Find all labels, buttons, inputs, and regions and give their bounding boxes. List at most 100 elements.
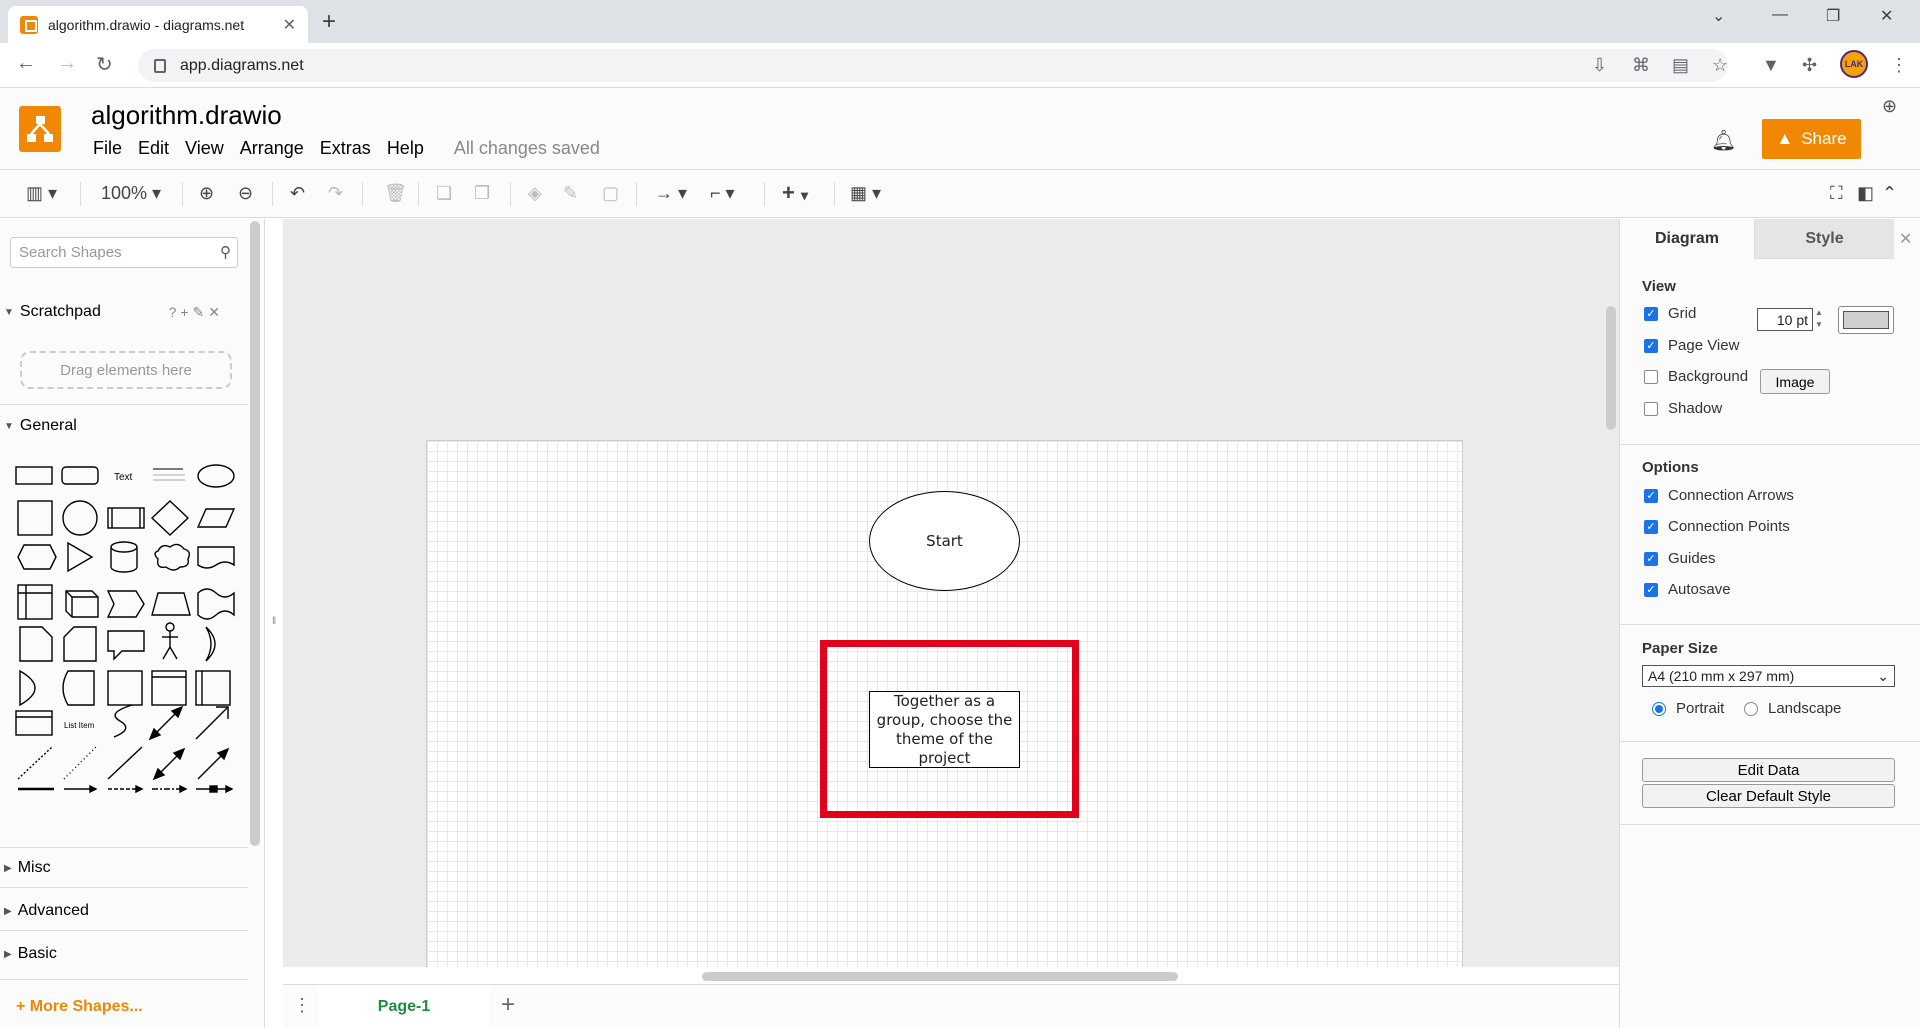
format-panel-icon[interactable]: ◧ [1857,183,1874,204]
connection-arrows-checkbox[interactable]: ✓ Connection Arrows [1644,487,1794,504]
panel-layout-icon[interactable]: ▥ ▾ [26,183,57,204]
advanced-header[interactable]: ▶ Advanced [0,896,248,926]
extensions-puzzle-icon[interactable]: ✣ [1802,55,1817,76]
add-page-icon[interactable]: + [501,991,515,1019]
shadow-checkbox[interactable]: Shadow [1644,400,1722,417]
line-color-icon[interactable]: ✎ [563,183,578,204]
menu-help[interactable]: Help [379,138,432,159]
search-icon[interactable]: ⚲ [220,243,231,261]
forward-icon[interactable]: → [57,52,77,75]
new-tab-icon[interactable]: + [322,8,336,36]
page-view-checkbox[interactable]: ✓ Page View [1644,337,1739,354]
reload-icon[interactable]: ↻ [96,52,113,77]
fill-color-icon[interactable]: ◈ [528,183,542,204]
undo-icon[interactable]: ↶ [290,183,305,204]
grid-label: Grid [1668,305,1697,322]
grid-color-swatch[interactable] [1838,306,1894,334]
menu-view[interactable]: View [177,138,232,159]
tab-style[interactable]: Style [1754,219,1894,259]
process-rectangle-shape[interactable]: Together as a group, choose the theme of… [869,691,1020,768]
extension-shield-icon[interactable]: ▼ [1762,55,1780,76]
drawio-favicon-icon [20,15,38,34]
to-front-icon[interactable]: ❏ [436,183,452,204]
checkbox-checked-icon: ✓ [1644,551,1658,566]
page-view-label: Page View [1668,337,1740,354]
profile-avatar[interactable]: LAK [1840,50,1868,78]
grid-checkbox[interactable]: ✓ Grid [1644,305,1696,322]
connection-style-icon[interactable]: → ▾ [655,183,687,204]
collapse-icon[interactable]: ⌃ [1882,183,1897,204]
delete-icon[interactable]: 🗑︎ [384,183,407,204]
background-image-button[interactable]: Image [1760,369,1830,394]
toolbar-divider [418,182,419,206]
general-shapes-palette[interactable]: Text List Item [10,459,250,809]
bookmark-star-icon[interactable]: ☆ [1712,55,1728,76]
pages-menu-icon[interactable]: ⋮ [293,995,311,1016]
window-close-icon[interactable]: ✕ [1880,6,1893,26]
url-field[interactable]: app.diagrams.net [138,49,1728,82]
save-page-icon[interactable]: ▤ [1672,55,1689,76]
table-icon[interactable]: ▦ ▾ [850,183,881,204]
menu-edit[interactable]: Edit [130,138,177,159]
clear-default-style-button[interactable]: Clear Default Style [1642,784,1895,808]
zoom-out-icon[interactable]: ⊖ [238,183,253,204]
basic-header[interactable]: ▶ Basic [0,939,248,969]
search-shapes-input[interactable]: Search Shapes ⚲ [10,237,238,268]
edit-data-button[interactable]: Edit Data [1642,758,1895,782]
scratchpad-tools[interactable]: ?+✎✕ [169,304,224,321]
minimize-icon[interactable]: — [1772,6,1788,24]
canvas-vertical-scrollbar[interactable] [1606,306,1616,430]
general-header[interactable]: ▼ General [0,411,248,441]
background-checkbox[interactable]: Background [1644,368,1748,385]
notification-bell-icon[interactable]: 🔔︎ [1711,128,1736,153]
menu-extras[interactable]: Extras [312,138,379,159]
divider [0,887,248,888]
close-panel-icon[interactable]: ✕ [1899,229,1912,249]
grid-size-input[interactable]: 10 pt [1757,308,1813,331]
menu-file[interactable]: File [85,138,130,159]
misc-header[interactable]: ▶ Misc [0,853,248,883]
diagram-canvas[interactable] [283,219,1619,967]
connection-points-checkbox[interactable]: ✓ Connection Points [1644,518,1790,535]
scratchpad-dropzone[interactable]: Drag elements here [20,351,232,389]
browser-menu-icon[interactable]: ⋮ [1890,55,1908,76]
canvas-horizontal-scrollbar[interactable] [702,972,1178,981]
paper-size-select[interactable]: A4 (210 mm x 297 mm) ⌄ [1642,665,1895,687]
guides-checkbox[interactable]: ✓ Guides [1644,550,1716,567]
redo-icon[interactable]: ↷ [328,183,343,204]
share-button[interactable]: ▲ Share [1762,119,1861,159]
file-name[interactable]: algorithm.drawio [91,100,282,131]
landscape-radio[interactable]: Landscape [1744,700,1841,717]
menu-arrange[interactable]: Arrange [232,138,312,159]
sidebar-resize-handle[interactable]: ‖ [272,616,276,627]
zoom-in-icon[interactable]: ⊕ [199,183,214,204]
shadow-icon[interactable]: ▢ [602,183,619,204]
toolbar-divider [764,182,765,206]
grid-size-stepper-icon[interactable]: ▲ ▼ [1815,307,1823,331]
sidebar-scrollbar[interactable] [250,221,260,846]
translate-icon[interactable]: ⌘ [1632,55,1650,76]
tab-diagram[interactable]: Diagram [1620,219,1754,259]
insert-plus-icon[interactable]: + ▾ [782,180,808,206]
language-globe-icon[interactable]: ⊕ [1882,96,1897,117]
close-tab-icon[interactable]: ✕ [283,15,296,35]
lock-icon [154,58,166,73]
start-ellipse-shape[interactable]: Start [869,491,1020,591]
browser-tab[interactable]: algorithm.drawio - diagrams.net ✕ [8,6,308,43]
to-back-icon[interactable]: ❐ [474,183,490,204]
waypoints-icon[interactable]: ⌐ ▾ [710,183,735,204]
fullscreen-icon[interactable]: ⛶ [1830,183,1843,204]
portrait-radio[interactable]: Portrait [1652,700,1724,717]
install-icon[interactable]: ⇩ [1592,55,1607,76]
zoom-dropdown[interactable]: 100% ▾ [101,183,161,204]
drawio-logo-icon [19,106,61,152]
toolbar-divider [272,182,273,206]
page-tab[interactable]: Page-1 [319,985,489,1028]
autosave-checkbox[interactable]: ✓ Autosave [1644,581,1731,598]
toolbar-divider [80,182,81,206]
scratchpad-header[interactable]: ▼ Scratchpad ?+✎✕ [0,297,248,327]
more-shapes-button[interactable]: + More Shapes... [16,998,143,1016]
tab-search-icon[interactable]: ⌄ [1712,6,1725,26]
maximize-icon[interactable]: ❐ [1826,6,1840,26]
back-icon[interactable]: ← [16,52,36,75]
